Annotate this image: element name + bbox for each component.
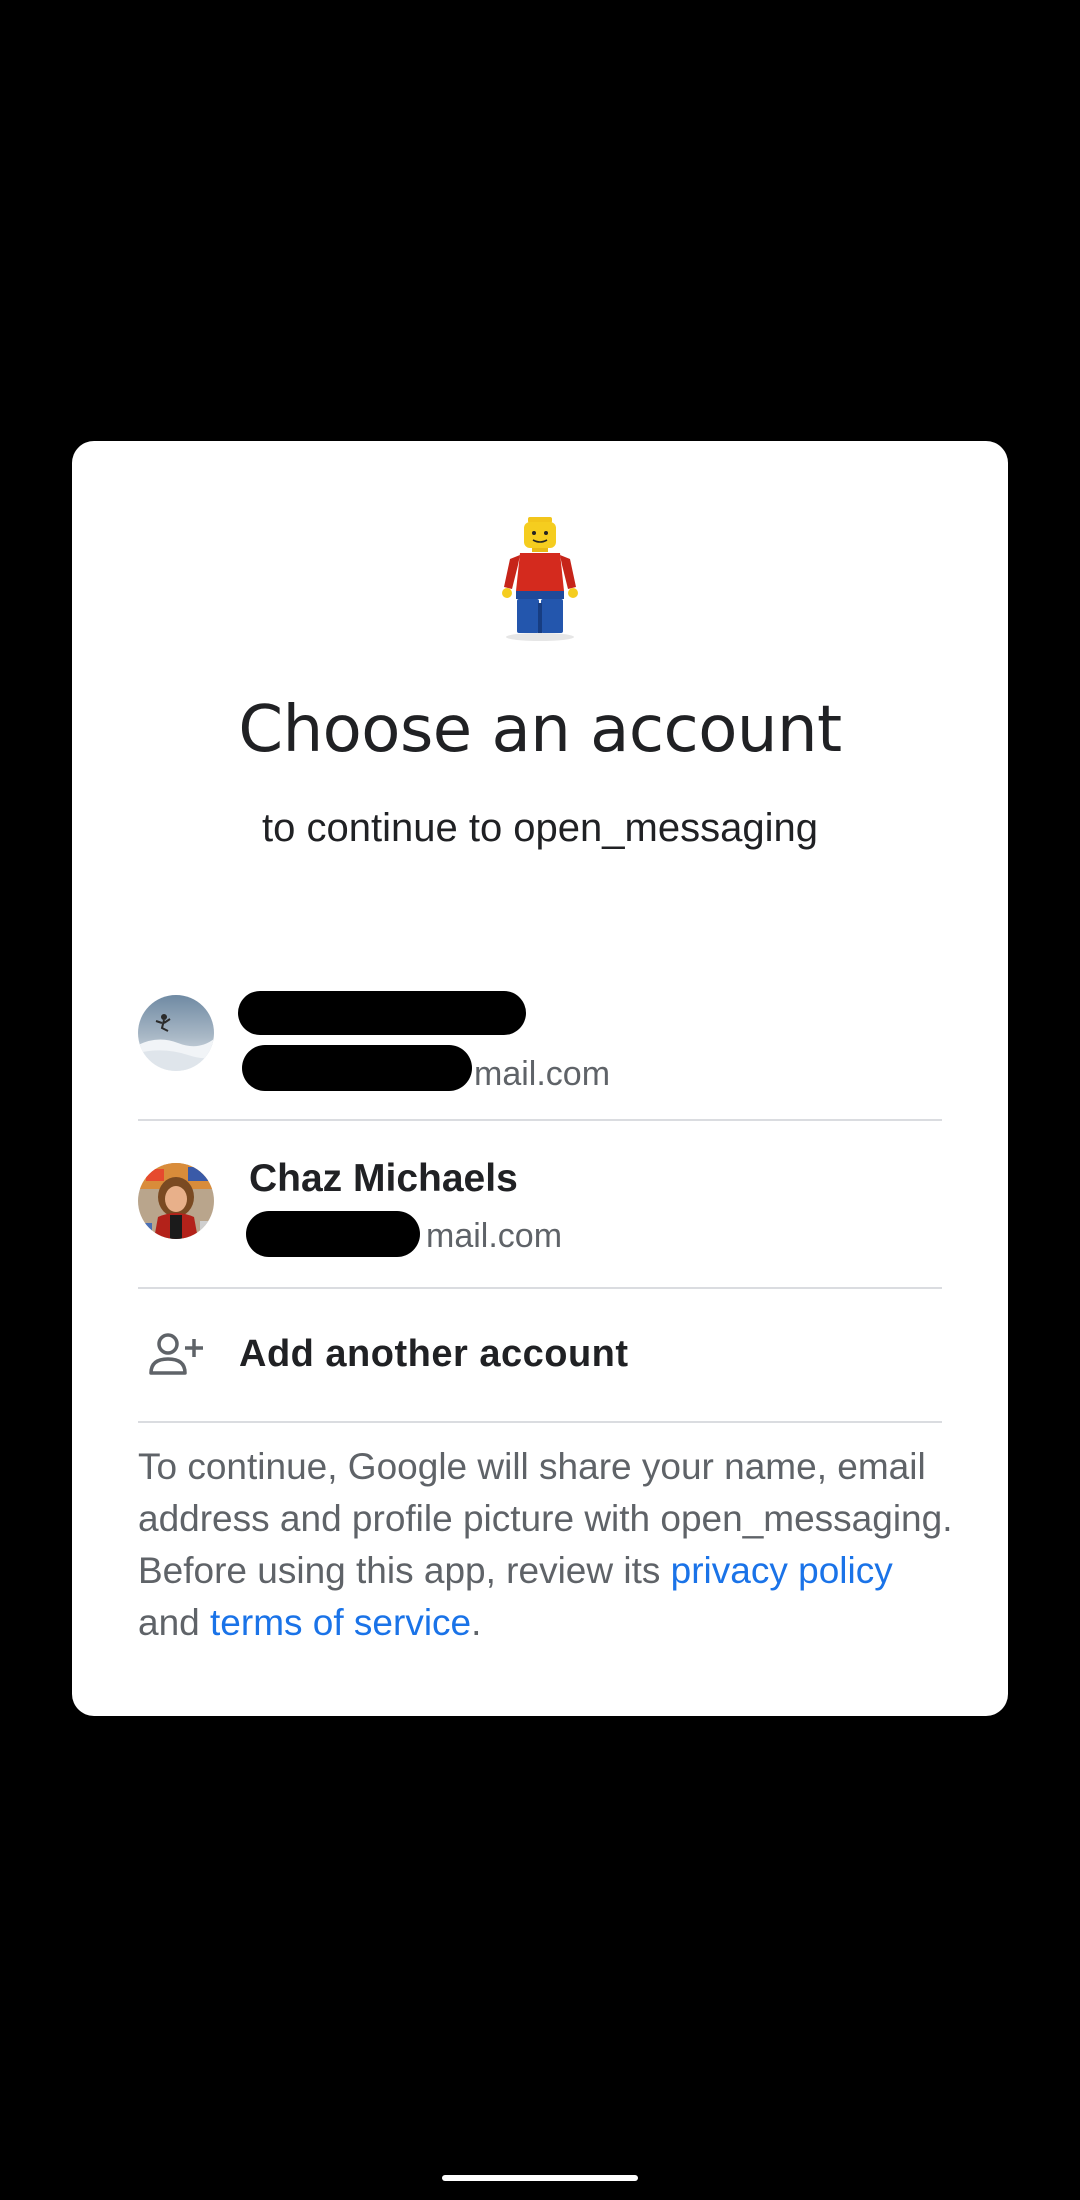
privacy-policy-link[interactable]: privacy policy (671, 1550, 893, 1591)
account-chooser-dialog: Choose an account to continue to open_me… (72, 441, 1008, 1716)
redacted-email (242, 1045, 472, 1091)
account-email: mail.com (426, 1217, 563, 1255)
account-email: mail.com (474, 1055, 611, 1093)
dialog-subtitle: to continue to open_messaging (262, 806, 818, 850)
account-item-2[interactable]: Chaz Michaels mail.com (138, 1121, 942, 1289)
account-name: Chaz Michaels (249, 1157, 518, 1200)
redacted-email (246, 1211, 420, 1257)
app-lego-figure-icon (490, 513, 590, 643)
disclaimer-text: To continue, Google will share your name… (138, 1441, 958, 1649)
home-gesture-bar[interactable] (442, 2175, 638, 2181)
terms-of-service-link[interactable]: terms of service (210, 1602, 471, 1643)
disclaimer-after: . (471, 1602, 482, 1643)
account-item-1[interactable]: mail.com (138, 953, 942, 1121)
dialog-title: Choose an account (238, 693, 842, 767)
disclaimer-middle: and (138, 1602, 211, 1643)
add-account-label: Add another account (239, 1333, 629, 1375)
add-person-icon (148, 1331, 204, 1377)
add-another-account-button[interactable]: Add another account (138, 1289, 942, 1423)
avatar (138, 1163, 214, 1239)
redacted-name (238, 991, 526, 1035)
avatar (138, 995, 214, 1071)
